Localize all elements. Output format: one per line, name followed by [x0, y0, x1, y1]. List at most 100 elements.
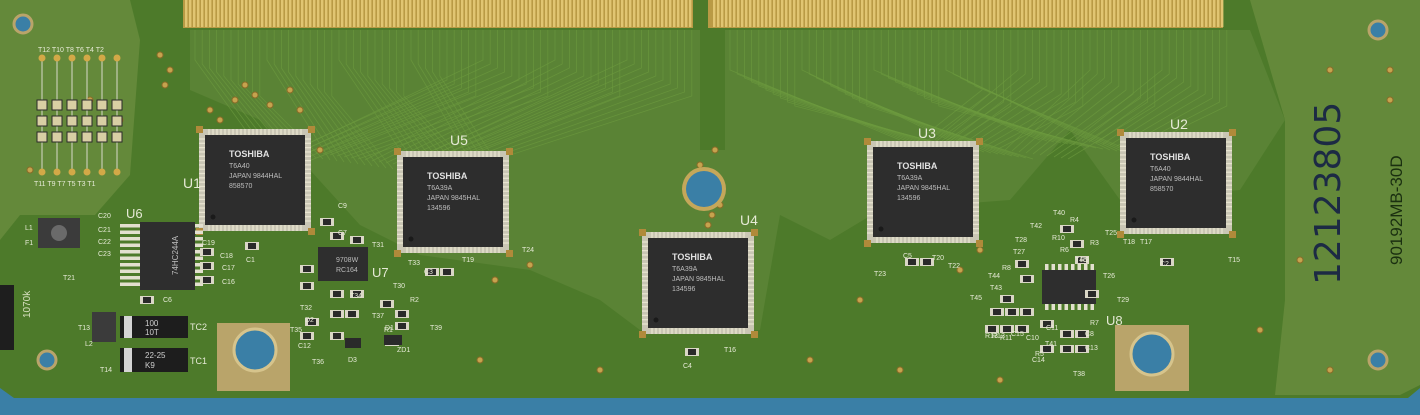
component-label: T43 [990, 285, 1002, 292]
u7-ref: U7 [372, 265, 389, 280]
chip-ref: U5 [450, 132, 468, 148]
svg-text:T12 T10 T8 T6 T4 T2: T12 T10 T8 T6 T4 T2 [38, 47, 104, 54]
component-label: T17 [1140, 239, 1152, 246]
tc2-ref: TC2 [190, 322, 207, 332]
component-label: T21 [63, 275, 75, 282]
chip-marking-line4: 134596 [672, 286, 695, 293]
tc1-line2: K9 [145, 361, 155, 370]
chip-marking-part: T6A40 [229, 163, 250, 170]
component-label: C5 [903, 253, 912, 260]
component-label: T19 [462, 257, 474, 264]
component-label: R10 [1052, 235, 1065, 242]
chip-marking-line3: JAPAN 9845HAL [672, 276, 725, 283]
chip-marking-line4: 134596 [897, 195, 920, 202]
inductor-l2 [92, 312, 116, 342]
chip-marking-part: T6A39A [897, 175, 923, 182]
component-label: D3 [348, 357, 357, 364]
component-label: D1 [385, 325, 394, 332]
component-label: C19 [202, 240, 215, 247]
handwritten-marking: 12123805 [1308, 102, 1349, 285]
component-label: R3 [1090, 240, 1099, 247]
chip-marking-line4: 858570 [229, 183, 252, 190]
side-label: 1070k [22, 290, 33, 318]
component-label: T28 [1015, 237, 1027, 244]
component-label: C4 [683, 363, 692, 370]
component-label: C14 [1032, 357, 1045, 364]
component-label: T34 [350, 293, 362, 300]
component-label: C9 [338, 203, 347, 210]
chip-ref: U4 [740, 212, 758, 228]
component-label: L2 [85, 341, 93, 348]
component-label: C13 [1085, 345, 1098, 352]
component-label: T23 [874, 271, 886, 278]
component-label: T31 [372, 242, 384, 249]
chip-marking-brand: TOSHIBA [229, 149, 270, 159]
component-label: T45 [970, 295, 982, 302]
component-label: L1 [25, 225, 33, 232]
component-label: T14 [100, 367, 112, 374]
component-label: T35 [290, 327, 302, 334]
mounting-hole-left [217, 323, 290, 391]
u8-ref: U8 [1106, 313, 1123, 328]
pcb-photo: 1070k T12 T10 T8 T6 T4 T2 T11 T9 T7 T5 T3… [0, 0, 1420, 415]
component-label: T15 [1228, 257, 1240, 264]
edge-connector [183, 0, 1224, 28]
component-label: T18 [1123, 239, 1135, 246]
component-label: C10 [1026, 335, 1039, 342]
component-label: C23 [98, 251, 111, 258]
component-label: T41 [1045, 341, 1057, 348]
component-label: T46 [1075, 257, 1087, 264]
tc2-line2: 10T [145, 328, 159, 337]
component-label: C21 [98, 227, 111, 234]
chip-marking-brand: TOSHIBA [897, 161, 938, 171]
u7-line1: 9708W [336, 257, 359, 264]
chip-marking-part: T6A39A [427, 185, 453, 192]
center-hole [682, 167, 726, 211]
component-label: R4 [1070, 217, 1079, 224]
component-label: C6 [163, 297, 172, 304]
qfp-chip-u4: TOSHIBA T6A39A JAPAN 9845HAL 134596 [639, 229, 758, 338]
chip-marking-line4: 858570 [1150, 186, 1173, 193]
component-label: C18 [220, 253, 233, 260]
component-label: T16 [724, 347, 736, 354]
chip-marking-brand: TOSHIBA [427, 171, 468, 181]
chip-marking-line3: JAPAN 9845HAL [427, 195, 480, 202]
chip-ref: U1 [183, 175, 201, 191]
u6-marking: 74HC244A [171, 235, 180, 275]
chip-marking-line4: 134596 [427, 205, 450, 212]
component-label: T36 [312, 359, 324, 366]
chip-marking-brand: TOSHIBA [672, 252, 713, 262]
qfp-chip-u5: TOSHIBA T6A39A JAPAN 9845HAL 134596 [394, 148, 513, 257]
chip-marking-part: T6A39A [672, 266, 698, 273]
qfp-chip-u3: TOSHIBA T6A39A JAPAN 9845HAL 134596 [864, 138, 983, 247]
component-label: T40 [1053, 210, 1065, 217]
svg-text:T11 T9 T7 T5 T3 T1: T11 T9 T7 T5 T3 T1 [34, 181, 96, 188]
chip-ref: U3 [918, 125, 936, 141]
pcb-board: 1070k T12 T10 T8 T6 T4 T2 T11 T9 T7 T5 T3… [0, 0, 1420, 398]
component-label: T26 [1103, 273, 1115, 280]
part-number-marking: 90192MB-30D [1387, 155, 1406, 265]
qfp-chip-u1: TOSHIBA T6A40 JAPAN 9844HAL 858570 [196, 126, 315, 235]
tc1-line1: 22-25 [145, 351, 166, 360]
component-label: T44 [988, 273, 1000, 280]
component-label: C8 [1085, 331, 1094, 338]
component-label: R7 [1090, 320, 1099, 327]
chip-marking-part: T6A40 [1150, 166, 1171, 173]
component-label: C20 [98, 213, 111, 220]
corner-hole [36, 349, 58, 371]
component-label: R13 [985, 333, 998, 340]
component-label: T20 [932, 255, 944, 262]
u6-ref: U6 [126, 206, 143, 221]
component-label: T24 [522, 247, 534, 254]
tc1-ref: TC1 [190, 356, 207, 366]
corner-hole [12, 13, 34, 35]
component-label: T30 [393, 283, 405, 290]
component-label: C12 [298, 343, 311, 350]
chip-marking-line3: JAPAN 9844HAL [1150, 176, 1203, 183]
component-label: C22 [98, 239, 111, 246]
chip-ref: U2 [1170, 116, 1188, 132]
component-label: T33 [408, 260, 420, 267]
chip-marking-line3: JAPAN 9845HAL [897, 185, 950, 192]
component-label: R6 [1060, 247, 1069, 254]
tc2-line1: 100 [145, 319, 159, 328]
